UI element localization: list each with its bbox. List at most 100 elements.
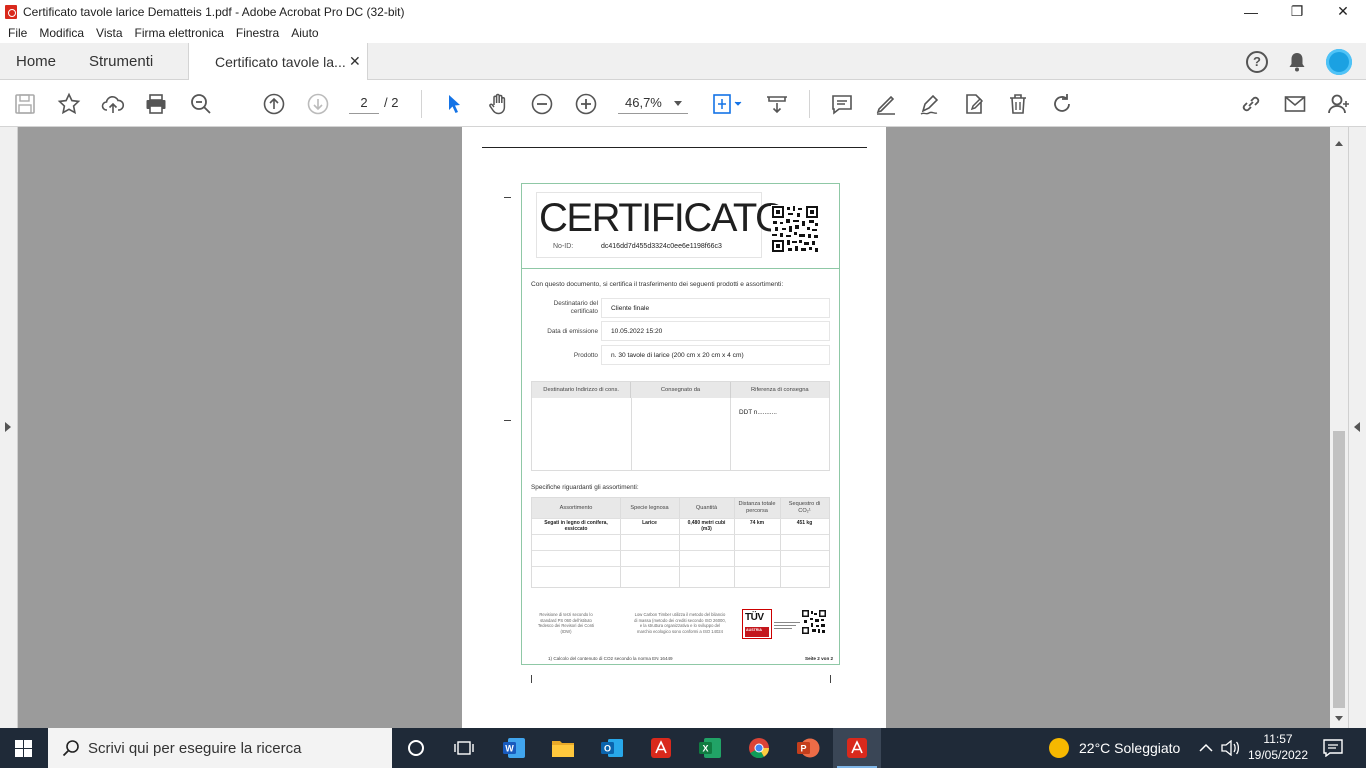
clock-date: 19/05/2022 (1247, 748, 1309, 762)
save-icon[interactable] (12, 91, 38, 117)
system-clock[interactable]: 11:57 19/05/2022 (1245, 731, 1311, 763)
help-icon[interactable]: ? (1246, 50, 1268, 73)
zoom-level-value: 46,7% (625, 95, 662, 110)
cortana-icon[interactable] (392, 728, 440, 768)
table-rule (532, 550, 829, 551)
highlight-pen-icon[interactable] (873, 91, 899, 117)
scroll-down-icon[interactable] (1335, 716, 1343, 721)
sun-icon (1049, 738, 1069, 758)
next-page-icon[interactable] (305, 91, 331, 117)
scroll-mode-icon[interactable] (764, 91, 790, 117)
scrollbar-thumb[interactable] (1333, 431, 1345, 708)
weather-text: 22°C Soleggiato (1079, 740, 1181, 756)
show-hidden-icons[interactable] (1199, 728, 1213, 768)
right-pane-toggle[interactable] (1348, 127, 1366, 728)
rotate-icon[interactable] (1049, 91, 1075, 117)
title-bar: Certificato tavole larice Dematteis 1.pd… (0, 0, 1366, 23)
tab-document-label: Certificato tavole la... (215, 54, 346, 70)
field-value-date: 10.05.2022 15:20 (601, 321, 830, 341)
vertical-scrollbar[interactable] (1330, 127, 1348, 728)
menu-vista[interactable]: Vista (96, 26, 122, 40)
hand-tool-icon[interactable] (485, 91, 511, 117)
left-pane-toggle[interactable] (0, 127, 18, 728)
zoom-out-icon[interactable] (529, 91, 555, 117)
tab-home[interactable]: Home (16, 53, 56, 70)
table-divider (679, 498, 680, 587)
powerpoint-app-icon[interactable]: P (784, 728, 832, 768)
spec-title: Specifiche riguardanti gli assortimenti: (531, 484, 639, 491)
avatar[interactable] (1326, 48, 1352, 75)
menu-finestra[interactable]: Finestra (236, 26, 279, 40)
volume-icon[interactable] (1221, 728, 1239, 768)
spec-cell-quantity: 0,480 metri cubi (m3) (687, 520, 726, 532)
taskbar-search-placeholder: Scrivi qui per eseguire la ricerca (88, 740, 302, 757)
select-cursor-icon[interactable] (441, 91, 467, 117)
delivery-table-header: Destinatario Indirizzo di cons. Consegna… (532, 382, 829, 398)
svg-text:P: P (800, 744, 806, 754)
zoom-in-icon[interactable] (573, 91, 599, 117)
table-divider (780, 498, 781, 587)
ddt-reference: DDT n........... (739, 409, 777, 416)
menu-bar: File Modifica Vista Firma elettronica Fi… (0, 23, 1366, 43)
crop-mark (504, 197, 511, 198)
email-icon[interactable] (1282, 91, 1308, 117)
acrobat-reader-taskbar-icon[interactable] (637, 728, 685, 768)
add-user-icon[interactable] (1326, 91, 1352, 117)
clock-time: 11:57 (1263, 732, 1293, 746)
field-label-recipient: Destinatario del certificato (553, 300, 598, 315)
zoom-level-select[interactable]: 46,7% (618, 92, 688, 114)
notifications-icon[interactable] (1323, 728, 1343, 768)
taskbar-search-box[interactable]: Scrivi qui per eseguire la ricerca (48, 728, 392, 768)
footer-audit-text: Revisione di terzi secondo lo standard P… (537, 612, 595, 634)
sign-pen-icon[interactable] (917, 91, 943, 117)
close-tab-icon[interactable]: ✕ (349, 53, 361, 70)
file-explorer-icon[interactable] (539, 728, 587, 768)
pdf-page: CERTIFICATO No-ID: dc416dd7d455d3324c0ee… (462, 127, 886, 728)
share-link-icon[interactable] (1238, 91, 1264, 117)
outlook-app-icon[interactable]: O (588, 728, 636, 768)
page-number-input[interactable]: 2 (349, 92, 379, 114)
tab-document[interactable]: Certificato tavole la... ✕ (188, 43, 368, 80)
acrobat-icon (5, 4, 17, 19)
toolbar-separator (421, 90, 422, 118)
word-app-icon[interactable]: W (490, 728, 538, 768)
spec-col-distance: Distanza totale percorsa (738, 501, 776, 514)
acrobat-pro-taskbar-icon[interactable] (833, 728, 881, 768)
tab-tools[interactable]: Strumenti (89, 53, 153, 70)
spec-cell-assortment: Segati in legno di conifera, essiccato (544, 520, 608, 532)
toolbar-separator (809, 90, 810, 118)
bell-icon[interactable] (1288, 52, 1306, 72)
minimize-button[interactable]: — (1228, 0, 1274, 23)
print-icon[interactable] (143, 91, 169, 117)
spec-cell-co2: 451 kg (796, 520, 813, 526)
excel-app-icon[interactable]: X (686, 728, 734, 768)
close-window-button[interactable]: ✕ (1320, 0, 1366, 23)
certificate-title: CERTIFICATO (539, 196, 786, 240)
fit-page-icon[interactable] (710, 91, 744, 117)
delivery-col-recipient: Destinatario Indirizzo di cons. (532, 382, 632, 398)
footer-method-text: Low Carbon Timber utilizza il metodo del… (634, 612, 726, 634)
comment-icon[interactable] (829, 91, 855, 117)
no-id-value: dc416dd7d455d3324c0ee6e1198f66c3 (601, 243, 722, 250)
star-icon[interactable] (56, 91, 82, 117)
scroll-up-icon[interactable] (1335, 141, 1343, 146)
menu-aiuto[interactable]: Aiuto (291, 26, 318, 40)
zoom-out-search-icon[interactable] (188, 91, 214, 117)
menu-modifica[interactable]: Modifica (39, 26, 84, 40)
weather-widget[interactable]: 22°C Soleggiato (1049, 728, 1180, 768)
previous-page-icon[interactable] (261, 91, 287, 117)
restore-button[interactable]: ❐ (1274, 0, 1320, 23)
windows-start-icon[interactable] (15, 740, 32, 757)
qr-code-small-icon (802, 610, 826, 634)
menu-firma-elettronica[interactable]: Firma elettronica (135, 26, 224, 40)
chrome-app-icon[interactable] (735, 728, 783, 768)
crop-mark (504, 420, 511, 421)
spec-col-quantity: Quantità (695, 504, 718, 511)
trash-icon[interactable] (1005, 91, 1031, 117)
menu-file[interactable]: File (8, 26, 27, 40)
edit-document-icon[interactable] (961, 91, 987, 117)
spec-table: Assortimento Specie legnosa Quantità Dis… (531, 497, 830, 588)
cloud-upload-icon[interactable] (100, 91, 126, 117)
delivery-table: Destinatario Indirizzo di cons. Consegna… (531, 381, 830, 471)
task-view-icon[interactable] (440, 728, 488, 768)
